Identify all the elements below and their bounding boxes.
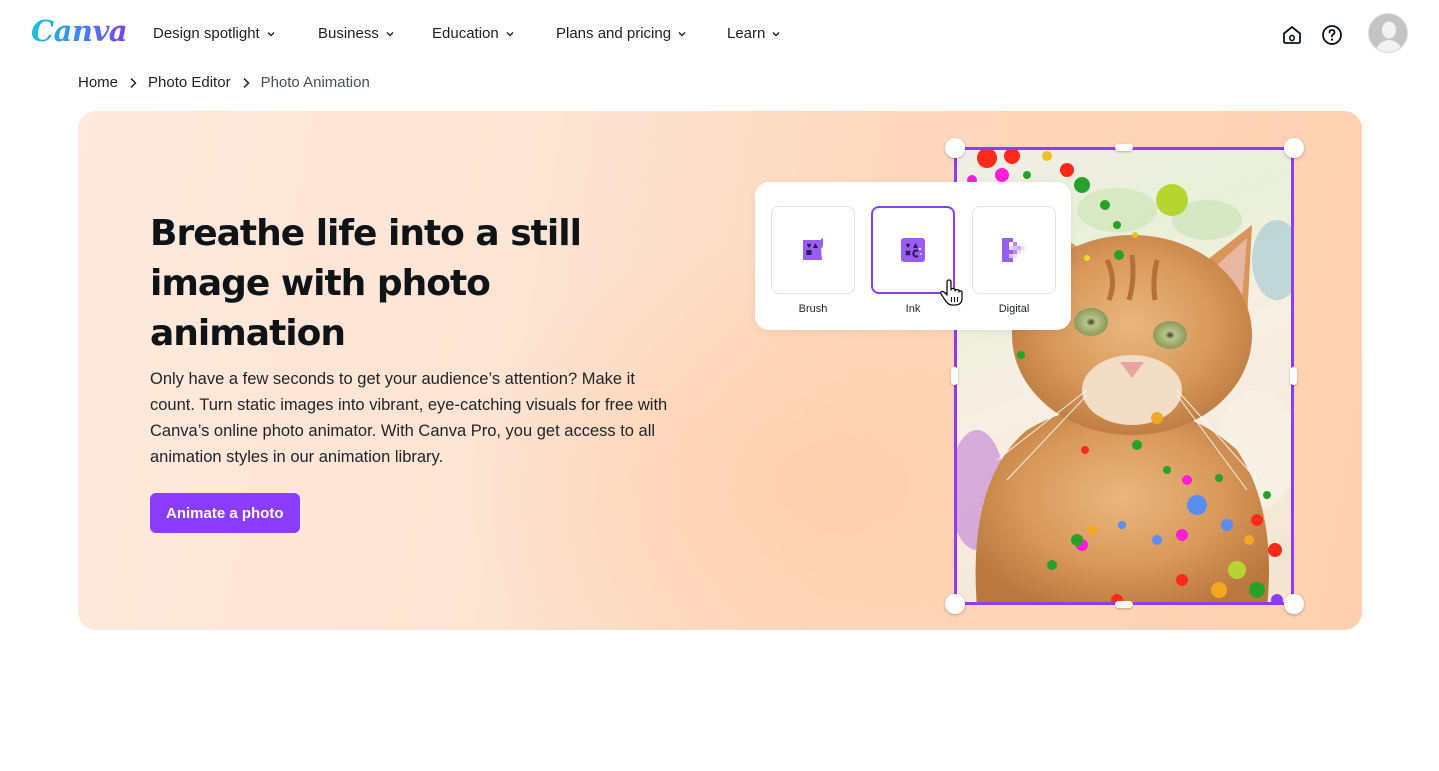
nav-item-label: Plans and pricing — [556, 25, 672, 42]
avatar[interactable] — [1368, 13, 1408, 53]
animate-photo-button[interactable]: Animate a photo — [150, 493, 300, 533]
resize-handle-left[interactable] — [951, 367, 958, 385]
nav-item-learn[interactable]: Learn — [727, 25, 781, 42]
resize-handle-top[interactable] — [1115, 144, 1133, 151]
resize-handle-bottom[interactable] — [1115, 601, 1133, 608]
resize-handle-right[interactable] — [1290, 367, 1297, 385]
breadcrumb: Home Photo Editor Photo Animation — [78, 74, 370, 91]
hero-banner: Breathe life into a still image with pho… — [78, 111, 1362, 630]
help-icon[interactable] — [1320, 23, 1344, 47]
chevron-down-icon — [678, 31, 686, 36]
top-navigation: Canva Design spotlight Business Educatio… — [0, 0, 1439, 70]
chevron-down-icon — [772, 31, 780, 36]
style-label: Digital — [998, 303, 1030, 315]
hand-pointer-icon — [940, 279, 963, 306]
nav-item-label: Education — [432, 25, 499, 42]
resize-handle-top-right[interactable] — [1284, 138, 1304, 158]
style-label: Brush — [798, 303, 828, 315]
brush-style-icon — [803, 238, 823, 260]
digital-style-icon — [1002, 238, 1025, 262]
breadcrumb-current: Photo Animation — [260, 74, 370, 91]
resize-handle-bottom-right[interactable] — [1284, 594, 1304, 614]
chevron-right-icon — [231, 77, 261, 89]
hero-description: Only have a few seconds to get your audi… — [150, 370, 668, 466]
home-icon[interactable] — [1280, 23, 1304, 47]
nav-item-business[interactable]: Business — [318, 25, 395, 42]
breadcrumb-home[interactable]: Home — [78, 74, 118, 91]
chevron-down-icon — [267, 31, 275, 36]
breadcrumb-photo-editor[interactable]: Photo Editor — [148, 74, 231, 91]
style-tile — [972, 206, 1056, 294]
style-option-brush[interactable]: Brush — [771, 206, 855, 315]
nav-item-plans-and-pricing[interactable]: Plans and pricing — [556, 25, 687, 42]
resize-handle-bottom-left[interactable] — [945, 594, 965, 614]
nav-item-design-spotlight[interactable]: Design spotlight — [153, 25, 276, 42]
default-user-icon — [1369, 14, 1407, 52]
nav-item-label: Business — [318, 25, 379, 42]
nav-item-label: Learn — [727, 25, 766, 42]
nav-item-label: Design spotlight — [153, 25, 260, 42]
canva-logo[interactable]: Canva — [31, 14, 128, 48]
resize-handle-top-left[interactable] — [945, 138, 965, 158]
page-title: Breathe life into a still image with pho… — [150, 213, 582, 354]
chevron-down-icon — [506, 31, 514, 36]
ink-style-icon — [901, 238, 925, 262]
nav-item-education[interactable]: Education — [432, 25, 515, 42]
chevron-right-icon — [118, 77, 148, 89]
style-tile — [771, 206, 855, 294]
animation-style-picker: Brush Ink Digital — [755, 182, 1071, 330]
style-option-digital[interactable]: Digital — [972, 206, 1056, 315]
chevron-down-icon — [386, 31, 394, 36]
